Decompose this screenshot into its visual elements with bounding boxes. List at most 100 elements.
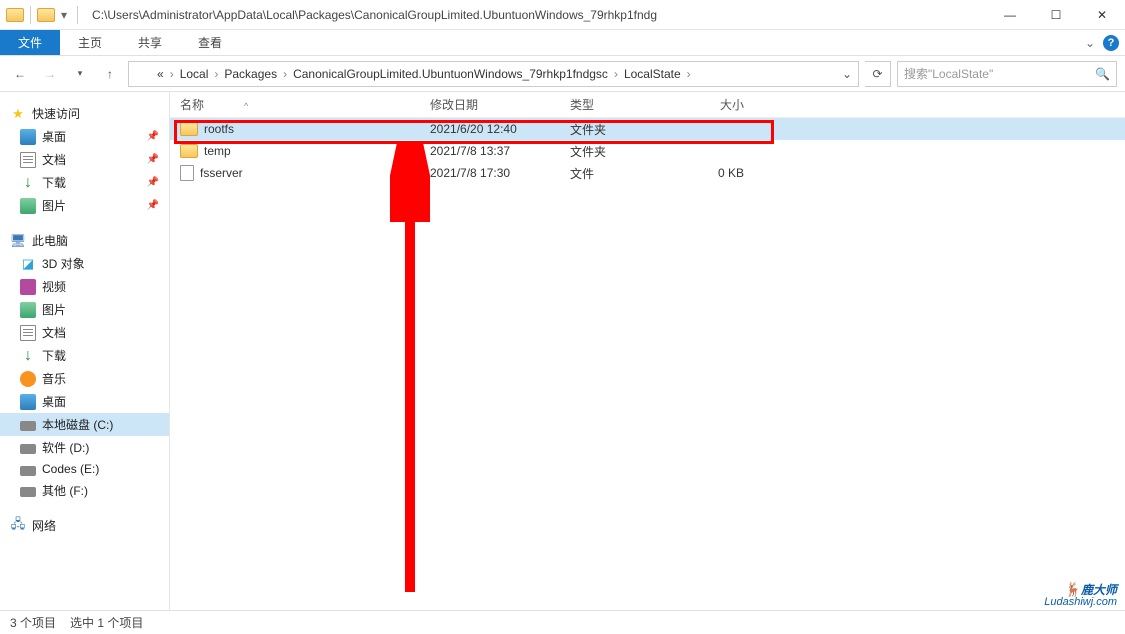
sidebar-this-pc[interactable]: 🖥 此电脑 xyxy=(0,229,169,252)
file-type: 文件夹 xyxy=(570,121,680,138)
sidebar-item-label: 视频 xyxy=(42,278,66,295)
status-bar: 3 个项目 选中 1 个项目 xyxy=(0,610,1125,634)
file-name: temp xyxy=(204,144,231,158)
sidebar-item-label: 下载 xyxy=(42,174,66,191)
breadcrumb-overflow[interactable]: « xyxy=(153,67,168,81)
sidebar-item-disk-f[interactable]: 其他 (F:) xyxy=(0,479,169,502)
sort-asc-icon: ^ xyxy=(244,101,248,111)
pin-icon: 📌 xyxy=(147,131,159,142)
column-size[interactable]: 大小 xyxy=(680,96,760,113)
desktop-icon xyxy=(20,394,36,410)
back-button[interactable]: ← xyxy=(8,62,32,86)
sidebar-item-disk-d[interactable]: 软件 (D:) xyxy=(0,436,169,459)
file-row[interactable]: temp2021/7/8 13:37文件夹 xyxy=(170,140,1125,162)
sidebar-item-pictures[interactable]: 图片 xyxy=(0,298,169,321)
file-date: 2021/6/20 12:40 xyxy=(430,122,570,136)
folder-icon xyxy=(180,122,198,136)
download-icon: ↓ xyxy=(20,175,36,191)
column-date[interactable]: 修改日期 xyxy=(430,96,570,113)
chevron-right-icon[interactable]: › xyxy=(281,67,289,81)
sidebar-item-label: 桌面 xyxy=(42,393,66,410)
sidebar-item-label: 下载 xyxy=(42,347,66,364)
sidebar-item-videos[interactable]: 视频 xyxy=(0,275,169,298)
disk-icon xyxy=(20,487,36,497)
sidebar-item-desktop[interactable]: 桌面 📌 xyxy=(0,125,169,148)
breadcrumb-dropdown-icon[interactable]: ⌄ xyxy=(836,67,858,81)
breadcrumb[interactable]: « › Local › Packages › CanonicalGroupLim… xyxy=(128,61,859,87)
file-date: 2021/7/8 13:37 xyxy=(430,144,570,158)
sidebar-item-disk-c[interactable]: 本地磁盘 (C:) xyxy=(0,413,169,436)
ribbon: 文件 主页 共享 查看 ⌄ ? xyxy=(0,30,1125,56)
file-row[interactable]: rootfs 2021/6/20 12:40文件夹 xyxy=(170,118,1125,140)
breadcrumb-part[interactable]: LocalState xyxy=(620,67,685,81)
sidebar-item-documents[interactable]: 文档 xyxy=(0,321,169,344)
watermark: 🦌鹿大师 Ludashiwj.com xyxy=(1044,579,1117,608)
qat-folder-icon[interactable] xyxy=(37,8,55,22)
file-type: 文件 xyxy=(570,165,680,182)
sidebar-item-downloads[interactable]: ↓下载 xyxy=(0,344,169,367)
chevron-right-icon[interactable]: › xyxy=(685,67,693,81)
help-icon[interactable]: ? xyxy=(1103,35,1119,51)
sidebar-label: 网络 xyxy=(32,517,56,534)
close-button[interactable]: ✕ xyxy=(1079,0,1125,29)
divider xyxy=(77,6,78,24)
chevron-right-icon[interactable]: › xyxy=(612,67,620,81)
breadcrumb-part[interactable]: Local xyxy=(176,67,213,81)
sidebar-network[interactable]: 🖧 网络 xyxy=(0,514,169,537)
sidebar-item-desktop[interactable]: 桌面 xyxy=(0,390,169,413)
qat-dropdown-icon[interactable]: ▾ xyxy=(57,8,71,22)
minimize-button[interactable]: — xyxy=(987,0,1033,29)
tab-share[interactable]: 共享 xyxy=(120,30,180,55)
nav-pane: ★ 快速访问 桌面📌 文档📌 ↓下载📌 图片📌 🖥 此电脑 ◪3D 对象 视频 … xyxy=(0,92,170,610)
search-box[interactable]: 🔍 xyxy=(897,61,1117,87)
desktop-icon xyxy=(20,129,36,145)
file-row[interactable]: fsserver2021/7/8 17:30文件0 KB xyxy=(170,162,1125,184)
tab-file[interactable]: 文件 xyxy=(0,30,60,55)
annotation-arrow-icon xyxy=(390,142,430,602)
disk-icon xyxy=(20,444,36,454)
chevron-right-icon[interactable]: › xyxy=(168,67,176,81)
sidebar-item-label: 音乐 xyxy=(42,370,66,387)
refresh-button[interactable]: ⟳ xyxy=(865,61,891,87)
document-icon xyxy=(20,325,36,341)
search-icon[interactable]: 🔍 xyxy=(1095,67,1110,81)
sidebar-quick-access[interactable]: ★ 快速访问 xyxy=(0,102,169,125)
sidebar-item-music[interactable]: 音乐 xyxy=(0,367,169,390)
tab-home[interactable]: 主页 xyxy=(60,30,120,55)
sidebar-label: 此电脑 xyxy=(32,232,68,249)
folder-icon xyxy=(180,144,198,158)
sidebar-item-label: 图片 xyxy=(42,301,66,318)
column-label: 名称 xyxy=(180,98,204,112)
sidebar-item-disk-e[interactable]: Codes (E:) xyxy=(0,459,169,479)
up-button[interactable]: ↑ xyxy=(98,62,122,86)
title-bar: ▾ C:\Users\Administrator\AppData\Local\P… xyxy=(0,0,1125,30)
tab-view[interactable]: 查看 xyxy=(180,30,240,55)
file-name: rootfs xyxy=(204,122,234,136)
video-icon xyxy=(20,279,36,295)
3d-icon: ◪ xyxy=(20,256,36,272)
sidebar-item-label: 桌面 xyxy=(42,128,66,145)
recent-dropdown-icon[interactable]: ▾ xyxy=(68,62,92,86)
sidebar-item-label: 文档 xyxy=(42,151,66,168)
chevron-right-icon[interactable]: › xyxy=(212,67,220,81)
forward-button[interactable]: → xyxy=(38,62,62,86)
breadcrumb-part[interactable]: CanonicalGroupLimited.UbuntuonWindows_79… xyxy=(289,67,612,81)
sidebar-item-documents[interactable]: 文档📌 xyxy=(0,148,169,171)
disk-icon xyxy=(20,466,36,476)
column-type[interactable]: 类型 xyxy=(570,96,680,113)
column-headers: 名称 ^ 修改日期 类型 大小 xyxy=(170,92,1125,118)
sidebar-item-label: 图片 xyxy=(42,197,66,214)
sidebar-item-3d[interactable]: ◪ 3D 对象 xyxy=(0,252,169,275)
sidebar-item-pictures[interactable]: 图片📌 xyxy=(0,194,169,217)
ribbon-expand-icon[interactable]: ⌄ xyxy=(1085,36,1095,50)
maximize-button[interactable]: ☐ xyxy=(1033,0,1079,29)
pictures-icon xyxy=(20,198,36,214)
network-icon: 🖧 xyxy=(10,518,26,534)
file-icon xyxy=(180,165,194,181)
search-input[interactable] xyxy=(904,67,1095,81)
sidebar-item-downloads[interactable]: ↓下载📌 xyxy=(0,171,169,194)
breadcrumb-part[interactable]: Packages xyxy=(220,67,281,81)
watermark-text: 鹿大师 xyxy=(1081,583,1117,597)
column-name[interactable]: 名称 ^ xyxy=(180,96,430,113)
sidebar-item-label: 3D 对象 xyxy=(42,255,85,272)
